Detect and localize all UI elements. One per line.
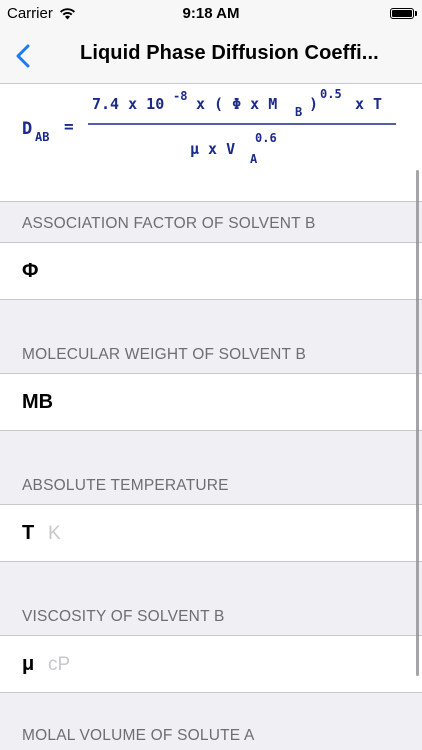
field-symbol: Φ: [22, 260, 39, 282]
screen: Carrier 9:18 AM Liquid Phase Diffusion C…: [0, 0, 422, 750]
formula-denominator-sub: A: [250, 152, 258, 166]
section-header-label: MOLECULAR WEIGHT OF SOLVENT B: [22, 346, 306, 363]
field-symbol: μ: [22, 653, 35, 675]
section-header-absolute-temperature: ABSOLUTE TEMPERATURE: [0, 464, 422, 504]
field-unit-placeholder: cP: [48, 654, 71, 675]
formula-lhs: D: [22, 119, 32, 139]
section-header-molal-volume: MOLAL VOLUME OF SOLUTE A: [0, 714, 422, 750]
status-time: 9:18 AM: [182, 5, 240, 22]
battery-tip: [415, 11, 417, 16]
formula-numerator-pow: 0.5: [320, 87, 342, 101]
formula-image: D AB = 7.4 x 10 -8 x ( Φ x M B ) 0.5 x T…: [22, 87, 396, 166]
formula-numerator-exp: -8: [173, 89, 187, 103]
formula-equals: =: [64, 117, 74, 136]
section-header-viscosity: VISCOSITY OF SOLVENT B: [0, 595, 422, 635]
section-header-label: ASSOCIATION FACTOR OF SOLVENT B: [22, 215, 316, 232]
formula-numerator-d: x T: [355, 95, 382, 113]
page-title: Liquid Phase Diffusion Coeffi...: [80, 42, 379, 64]
viscosity-field[interactable]: μ cP: [0, 635, 422, 693]
chevron-left-icon: [16, 44, 30, 68]
formula-lhs-sub: AB: [35, 130, 49, 144]
formula-panel: D AB = 7.4 x 10 -8 x ( Φ x M B ) 0.5 x T…: [0, 84, 422, 202]
section-header-molecular-weight: MOLECULAR WEIGHT OF SOLVENT B: [0, 333, 422, 373]
field-symbol: MB: [22, 391, 54, 413]
back-button[interactable]: [4, 36, 42, 76]
field-unit-placeholder: K: [48, 523, 61, 544]
battery-icon: [390, 8, 414, 19]
formula-numerator-sub: B: [295, 105, 302, 119]
formula-denominator-pow: 0.6: [255, 131, 277, 145]
section-header-label: VISCOSITY OF SOLVENT B: [22, 608, 225, 625]
section-header-association-factor: ASSOCIATION FACTOR OF SOLVENT B: [0, 202, 422, 242]
field-symbol: T: [22, 522, 35, 544]
content-scroll[interactable]: D AB = 7.4 x 10 -8 x ( Φ x M B ) 0.5 x T…: [0, 84, 422, 750]
association-factor-field[interactable]: Φ: [0, 242, 422, 300]
formula-numerator-b: x ( Φ x M: [196, 95, 277, 113]
molecular-weight-field[interactable]: MB: [0, 373, 422, 431]
formula-denominator-a: μ x V: [190, 140, 235, 158]
status-bar: Carrier 9:18 AM: [0, 0, 422, 28]
scroll-indicator: [416, 170, 419, 676]
section-header-label: ABSOLUTE TEMPERATURE: [22, 477, 229, 494]
absolute-temperature-field[interactable]: T K: [0, 504, 422, 562]
formula-numerator-a: 7.4 x 10: [92, 95, 164, 113]
section-header-label: MOLAL VOLUME OF SOLUTE A: [22, 727, 255, 744]
navigation-bar: Liquid Phase Diffusion Coeffi...: [0, 28, 422, 84]
formula-numerator-c: ): [309, 95, 318, 113]
